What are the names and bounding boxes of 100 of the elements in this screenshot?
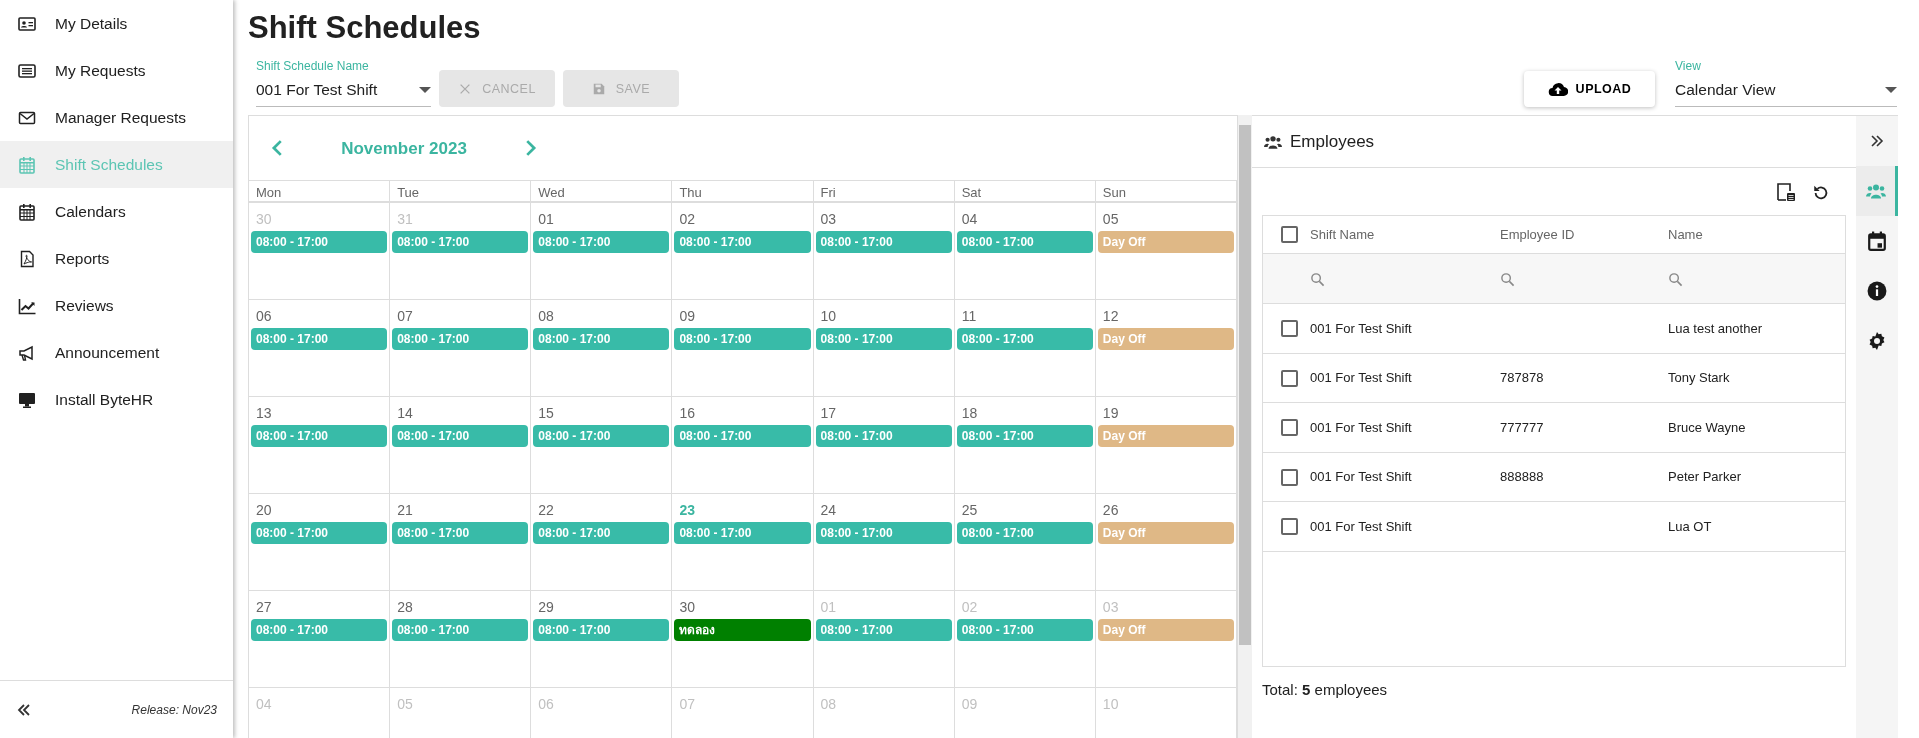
day-number: 09 [678, 307, 696, 327]
shift-event[interactable]: 08:00 - 17:00 [815, 425, 952, 448]
day-number: 09 [960, 695, 979, 715]
day-number: 22 [537, 501, 555, 521]
weekday-label: Mon [256, 185, 282, 201]
day-number: 10 [1101, 695, 1120, 715]
day-number: 10 [819, 307, 838, 327]
day-number: 25 [960, 501, 979, 521]
shift-event[interactable]: 08:00 - 17:00 [392, 522, 529, 545]
shift-event[interactable]: 08:00 - 17:00 [815, 522, 952, 545]
weekday-label: Tue [397, 185, 420, 201]
shift-event[interactable]: 08:00 - 17:00 [815, 328, 952, 351]
shift-event[interactable]: 08:00 - 17:00 [956, 425, 1093, 448]
day-number: 24 [819, 501, 838, 521]
shift-event[interactable]: Day Off [1097, 328, 1234, 351]
table-cell: 001 For Test Shift [1310, 370, 1412, 386]
weekday-label: Thu [679, 185, 702, 201]
day-number: 11 [960, 307, 978, 327]
day-number: 05 [396, 695, 414, 715]
shift-event[interactable]: 08:00 - 17:00 [674, 522, 811, 545]
day-number: 26 [1101, 501, 1120, 521]
page-title: Shift Schedules [248, 9, 482, 47]
table-cell: 001 For Test Shift [1310, 320, 1412, 336]
shift-event[interactable]: 08:00 - 17:00 [956, 328, 1093, 351]
shift-event[interactable]: 08:00 - 17:00 [956, 522, 1093, 545]
table-cell: 787878 [1500, 370, 1544, 386]
shift-event[interactable]: 08:00 - 17:00 [392, 231, 529, 254]
day-number: 07 [678, 695, 696, 715]
day-number: 30 [678, 598, 696, 618]
day-number: 08 [819, 695, 838, 715]
shift-event[interactable]: Day Off [1097, 425, 1234, 448]
day-number: 18 [960, 404, 979, 424]
view-select[interactable]: Calendar View [1675, 75, 1897, 108]
shift-event[interactable]: 08:00 - 17:00 [533, 328, 670, 351]
shift-event[interactable]: Day Off [1097, 522, 1234, 545]
shift-event[interactable]: 08:00 - 17:00 [392, 425, 529, 448]
day-number: 04 [255, 695, 273, 715]
day-number: 27 [255, 598, 273, 618]
day-number: 07 [396, 307, 414, 327]
upload-button[interactable]: UPLOAD [1524, 71, 1655, 108]
shift-event[interactable]: 08:00 - 17:00 [251, 619, 388, 642]
sidebar-item[interactable]: Calendars [0, 188, 233, 235]
day-number: 06 [537, 695, 555, 715]
day-number: 21 [396, 501, 414, 521]
sidebar-item[interactable]: Reviews [0, 282, 233, 329]
day-number: 12 [1101, 307, 1120, 327]
table-cell: Tony Stark [1668, 370, 1730, 386]
weekday-label: Fri [820, 185, 836, 201]
shift-event[interactable]: 08:00 - 17:00 [533, 522, 670, 545]
shift-event[interactable]: 08:00 - 17:00 [674, 425, 811, 448]
day-number: 06 [255, 307, 273, 327]
shift-event[interactable]: 08:00 - 17:00 [392, 328, 529, 351]
field-label: View [1675, 58, 1702, 76]
sidebar-item[interactable]: My Requests [0, 47, 233, 94]
day-number: 03 [819, 210, 838, 230]
day-number: 14 [396, 404, 414, 424]
shift-event[interactable]: 08:00 - 17:00 [674, 231, 811, 254]
weekday-label: Wed [538, 185, 565, 201]
shift-event[interactable]: 08:00 - 17:00 [956, 231, 1093, 254]
table-cell: 777777 [1500, 419, 1544, 435]
shift-event[interactable]: 08:00 - 17:00 [956, 619, 1093, 642]
shift-event[interactable]: 08:00 - 17:00 [815, 619, 952, 642]
table-cell: Lua test another [1668, 320, 1762, 336]
shift-event[interactable]: 08:00 - 17:00 [392, 619, 529, 642]
panel-title: Employees [1290, 131, 1375, 154]
day-number: 20 [255, 501, 273, 521]
shift-event[interactable]: 08:00 - 17:00 [251, 425, 388, 448]
field-label: Shift Schedule Name [256, 58, 370, 76]
shift-event[interactable]: 08:00 - 17:00 [251, 522, 388, 545]
shift-event[interactable]: 08:00 - 17:00 [674, 328, 811, 351]
shift-event[interactable]: 08:00 - 17:00 [251, 231, 388, 254]
day-number: 17 [819, 404, 838, 424]
day-number: 01 [819, 598, 838, 618]
sidebar-item[interactable]: Reports [0, 235, 233, 282]
day-number: 29 [537, 598, 555, 618]
day-number: 23 [678, 501, 696, 521]
shift-event[interactable]: Day Off [1097, 231, 1234, 254]
day-number: 01 [537, 210, 555, 230]
sidebar-item[interactable]: My Details [0, 0, 233, 47]
column-header: Name [1668, 226, 1703, 245]
sidebar-item[interactable]: Manager Requests [0, 94, 233, 141]
day-number: 02 [960, 598, 979, 618]
day-number: 16 [678, 404, 696, 424]
day-number: 02 [678, 210, 696, 230]
month-title: November 2023 [340, 137, 468, 160]
shift-event[interactable]: Day Off [1097, 619, 1234, 642]
shift-event[interactable]: 08:00 - 17:00 [251, 328, 388, 351]
column-header: Employee ID [1500, 226, 1576, 245]
shift-event[interactable]: 08:00 - 17:00 [533, 231, 670, 254]
shift-event[interactable]: 08:00 - 17:00 [533, 425, 670, 448]
shift-event[interactable]: ทดลอง [674, 619, 811, 642]
schedule-select[interactable]: 001 For Test Shift [256, 75, 431, 108]
sidebar-item[interactable]: Shift Schedules [0, 141, 233, 188]
shift-event[interactable]: 08:00 - 17:00 [533, 619, 670, 642]
sidebar-item[interactable]: Install ByteHR [0, 376, 233, 423]
table-cell: Bruce Wayne [1668, 419, 1746, 435]
sidebar-item[interactable]: Announcement [0, 329, 233, 376]
table-cell: Lua OT [1668, 518, 1712, 534]
day-number: 04 [960, 210, 979, 230]
shift-event[interactable]: 08:00 - 17:00 [815, 231, 952, 254]
